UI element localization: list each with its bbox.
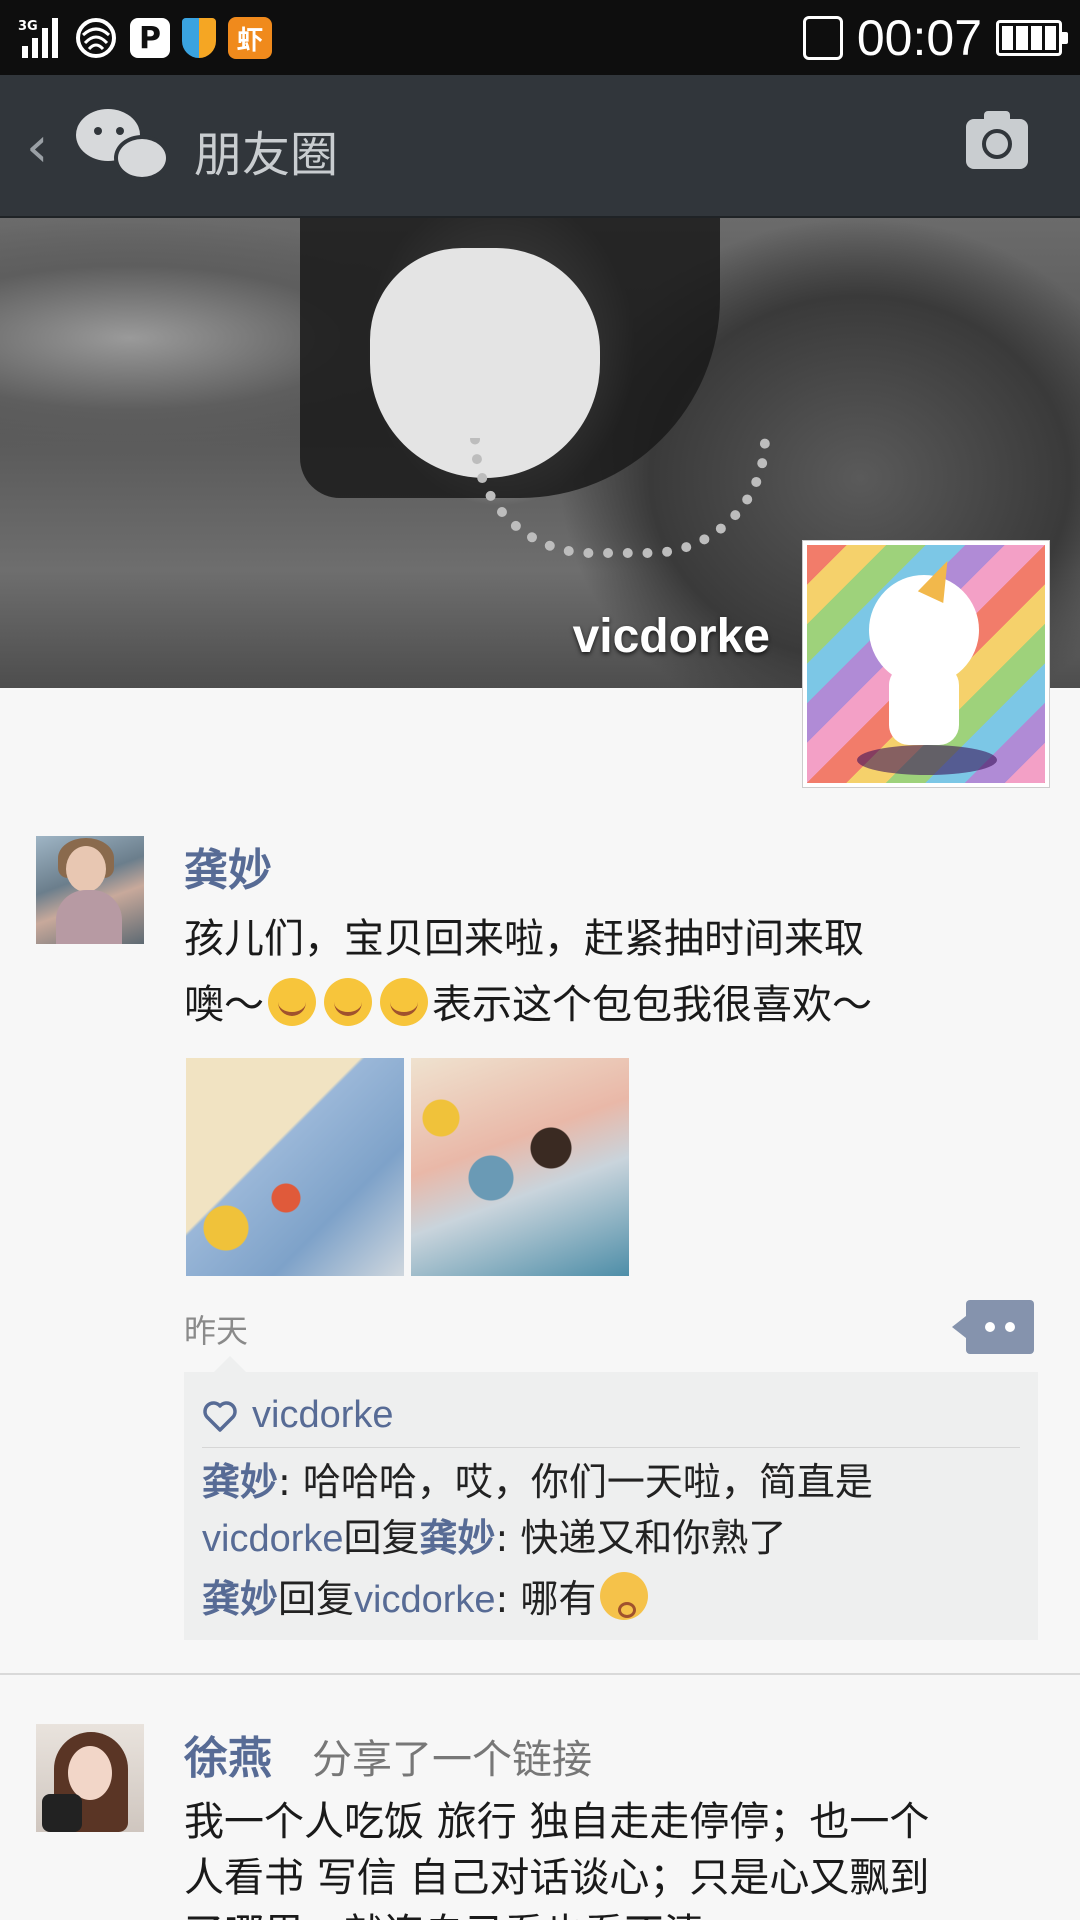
comment-item[interactable]: 龚妙: 哈哈哈，哎，你们一天啦，简直是 xyxy=(202,1454,1020,1510)
page-title: 朋友圈 xyxy=(194,127,339,183)
smile-emoji-icon xyxy=(268,978,316,1026)
clock: 00:07 xyxy=(856,10,982,66)
wechat-icon[interactable] xyxy=(74,105,170,189)
likes-row: vicdorke xyxy=(202,1384,1020,1448)
heart-icon xyxy=(202,1398,238,1434)
post-text-line: 孩儿们，宝贝回来啦，赶紧抽时间来取 xyxy=(184,916,864,962)
post-text: 孩儿们，宝贝回来啦，赶紧抽时间来取 噢～ 表示这个包包我很喜欢～ xyxy=(184,906,1034,1038)
post-text-line: 噢～ 表示这个包包我很喜欢～ xyxy=(184,972,1034,1038)
post-text-line: 我一个人吃饭 旅行 独自走走停停；也一个 xyxy=(184,1799,930,1845)
liker-name[interactable]: vicdorke xyxy=(252,1394,394,1437)
avatar[interactable] xyxy=(36,836,144,944)
share-note: 分享了一个链接 xyxy=(312,1737,592,1783)
battery-icon xyxy=(996,20,1068,56)
post-photo[interactable] xyxy=(186,1058,404,1276)
camera-icon[interactable] xyxy=(966,111,1028,169)
wifi-icon xyxy=(74,16,118,60)
smile-emoji-icon xyxy=(324,978,372,1026)
svg-text:3G: 3G xyxy=(18,19,38,34)
comment-item[interactable]: 龚妙回复vicdorke: 哪有 xyxy=(202,1571,1020,1628)
post-text: 我一个人吃饭 旅行 独自走走停停；也一个 人看书 写信 自己对话谈心；只是心又飘… xyxy=(184,1794,1034,1920)
p-app-icon: P xyxy=(130,18,170,58)
poster-name[interactable]: 龚妙 xyxy=(184,834,272,898)
post-text-line: 人看书 写信 自己对话谈心；只是心又飘到 xyxy=(184,1855,930,1901)
back-icon[interactable]: ‹ xyxy=(26,115,48,180)
cover-username: vicdorke xyxy=(572,610,770,663)
comment-button[interactable] xyxy=(952,1300,1034,1354)
signal-icon: 3G xyxy=(18,16,62,60)
divider xyxy=(0,1673,1080,1675)
poster-name[interactable]: 徐燕 分享了一个链接 xyxy=(184,1722,592,1786)
status-icons: 3G P 虾 xyxy=(18,14,272,62)
pout-emoji-icon xyxy=(600,1572,649,1620)
comment-area: vicdorke 龚妙: 哈哈哈，哎，你们一天啦，简直是 vicdorke回复龚… xyxy=(184,1356,1038,1640)
smile-emoji-icon xyxy=(380,978,428,1026)
xiami-icon: 虾 xyxy=(228,17,272,59)
post-time: 昨天 xyxy=(184,1312,249,1350)
post-text-line: 了哪里，就连自己看也看不清 xyxy=(184,1906,1034,1920)
vibrate-icon xyxy=(802,16,843,60)
comment-item[interactable]: vicdorke回复龚妙: 快递又和你熟了 xyxy=(202,1510,1020,1567)
status-bar: 3G P 虾 00:07 xyxy=(0,0,1080,75)
avatar[interactable] xyxy=(36,1724,144,1832)
shield-icon xyxy=(182,18,216,58)
status-right: 00:07 xyxy=(802,8,1068,68)
title-bar: ‹ 朋友圈 xyxy=(0,75,1080,218)
my-avatar[interactable] xyxy=(802,540,1050,788)
post-photo[interactable] xyxy=(411,1058,629,1276)
